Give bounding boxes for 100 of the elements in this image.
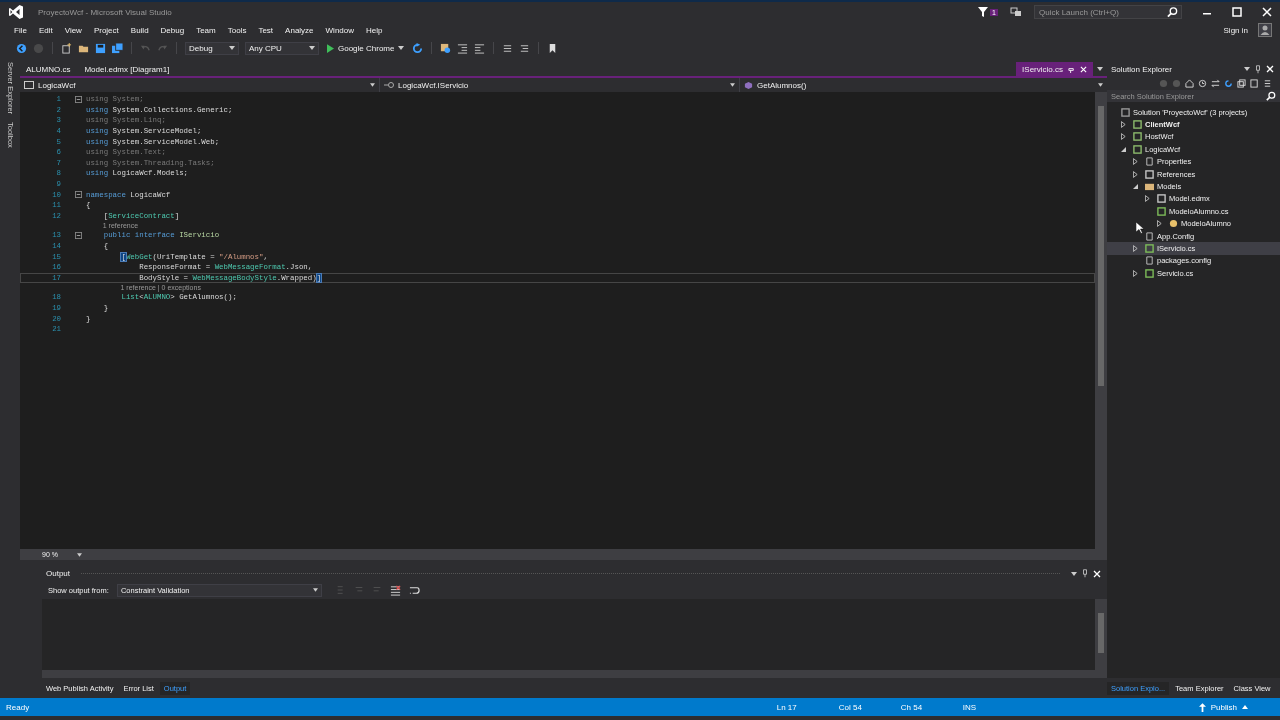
browse-icon[interactable] — [440, 42, 452, 54]
save-icon[interactable] — [95, 42, 106, 54]
back-icon[interactable] — [16, 42, 27, 54]
caret-icon — [312, 588, 318, 592]
menu-item[interactable]: View — [58, 25, 88, 35]
insert-mode-indicator: INS — [962, 702, 978, 712]
csharp-project-icon — [24, 81, 34, 89]
expand-icon[interactable] — [1145, 195, 1150, 203]
save-all-icon[interactable] — [112, 42, 123, 54]
close-icon[interactable] — [1262, 7, 1272, 17]
config-icon — [1145, 231, 1154, 241]
panel-title: Output — [46, 569, 70, 578]
column-indicator: Col 54 — [838, 702, 863, 712]
class-icon — [1169, 219, 1178, 229]
menu-item[interactable]: Team — [190, 25, 222, 35]
search-icon[interactable] — [1266, 91, 1276, 101]
expand-icon[interactable] — [1157, 220, 1162, 228]
pin-icon[interactable] — [1082, 569, 1088, 578]
caret-icon — [398, 46, 405, 50]
caret-icon[interactable] — [1097, 67, 1103, 71]
word-wrap-icon[interactable] — [408, 584, 420, 596]
expand-icon[interactable] — [1133, 245, 1138, 252]
configuration-dropdown[interactable]: Debug — [185, 41, 239, 55]
document-tab[interactable]: IServicio.cs — [1016, 62, 1093, 76]
method-icon — [744, 80, 753, 90]
collapse-arrow-icon[interactable] — [1121, 146, 1126, 152]
menu-item[interactable]: Project — [87, 25, 125, 35]
expand-icon[interactable] — [1133, 158, 1138, 166]
outdent-icon[interactable] — [474, 42, 486, 54]
comment-icon[interactable] — [502, 42, 514, 54]
collapse-icon[interactable] — [75, 191, 82, 199]
menu-item[interactable]: Window — [319, 25, 360, 35]
maximize-icon[interactable] — [1232, 7, 1242, 17]
caret-icon[interactable] — [1244, 67, 1250, 71]
properties-icon[interactable] — [1263, 78, 1272, 88]
collapse-arrow-icon[interactable] — [1133, 184, 1138, 190]
folder-icon — [1145, 182, 1154, 192]
refresh-icon[interactable] — [412, 42, 424, 54]
sync-icon[interactable] — [1211, 78, 1220, 88]
vs-logo-icon — [8, 4, 24, 20]
quick-launch-field[interactable]: Quick Launch (Ctrl+Q) — [1034, 5, 1182, 19]
menu-item[interactable]: Build — [124, 25, 155, 35]
filter-icon[interactable] — [977, 6, 990, 18]
solution-icon — [1121, 107, 1130, 117]
edmx-icon — [1157, 194, 1166, 204]
pin-icon[interactable] — [1068, 65, 1075, 73]
menu-item[interactable]: Help — [360, 25, 389, 35]
scrollbar[interactable] — [1095, 92, 1107, 549]
publish-button[interactable]: Publish — [1192, 701, 1254, 713]
document-tab[interactable]: Model.edmx [Diagram1] — [78, 62, 176, 76]
search-icon[interactable] — [1167, 6, 1178, 18]
history-icon[interactable] — [1198, 78, 1207, 88]
menu-item[interactable]: Analyze — [279, 25, 320, 35]
platform-dropdown[interactable]: Any CPU — [245, 41, 319, 55]
cs-icon — [1157, 206, 1166, 216]
menu-item[interactable]: File — [8, 25, 33, 35]
document-tab[interactable]: ALUMNO.cs — [20, 62, 77, 76]
feedback-icon[interactable] — [1010, 6, 1022, 18]
show-files-icon[interactable] — [1250, 78, 1259, 88]
close-icon[interactable] — [1266, 65, 1274, 73]
account-icon[interactable] — [1258, 23, 1272, 37]
scrollbar[interactable] — [1095, 599, 1107, 670]
member-dropdown[interactable]: GetAlumnos() — [740, 78, 1107, 92]
menu-item[interactable]: Test — [252, 25, 280, 35]
line-indicator: Ln 17 — [776, 702, 798, 712]
expand-icon[interactable] — [1121, 133, 1126, 141]
menu-item[interactable]: Debug — [154, 25, 191, 35]
clear-all-icon[interactable] — [389, 584, 401, 596]
interface-icon — [384, 81, 394, 89]
expand-icon[interactable] — [1133, 170, 1138, 178]
status-text: Ready — [6, 702, 30, 712]
uncomment-icon[interactable] — [519, 42, 531, 54]
caret-up-icon — [1242, 705, 1248, 709]
collapse-icon[interactable] — [75, 95, 82, 103]
new-item-icon[interactable] — [61, 42, 72, 54]
home-icon[interactable] — [1185, 78, 1194, 88]
cs-icon — [1145, 268, 1154, 278]
collapse-icon[interactable] — [75, 231, 82, 239]
expand-icon[interactable] — [1121, 121, 1126, 129]
panel-title: Solution Explorer — [1111, 64, 1172, 74]
close-icon[interactable] — [1080, 65, 1087, 73]
sign-in-link[interactable]: Sign in — [1223, 25, 1248, 35]
properties-icon — [1145, 157, 1154, 167]
close-icon[interactable] — [1093, 569, 1101, 578]
caret-icon — [370, 83, 375, 87]
menu-item[interactable]: Edit — [32, 25, 59, 35]
mouse-pointer-icon — [1136, 222, 1144, 234]
caret-icon[interactable] — [1071, 571, 1077, 576]
expand-icon[interactable] — [1133, 269, 1138, 277]
refresh-icon[interactable] — [1224, 78, 1233, 88]
references-icon — [1145, 169, 1154, 179]
pin-icon[interactable] — [1255, 64, 1261, 74]
run-button[interactable]: Google Chrome — [325, 43, 407, 53]
arrow-up-icon — [1198, 702, 1206, 712]
collapse-all-icon[interactable] — [1237, 78, 1246, 88]
indent-icon[interactable] — [457, 42, 469, 54]
caret-icon — [309, 46, 315, 50]
horizontal-scrollbar[interactable] — [42, 670, 1107, 678]
cs-icon — [1145, 244, 1154, 253]
menu-item[interactable]: Tools — [221, 25, 253, 35]
